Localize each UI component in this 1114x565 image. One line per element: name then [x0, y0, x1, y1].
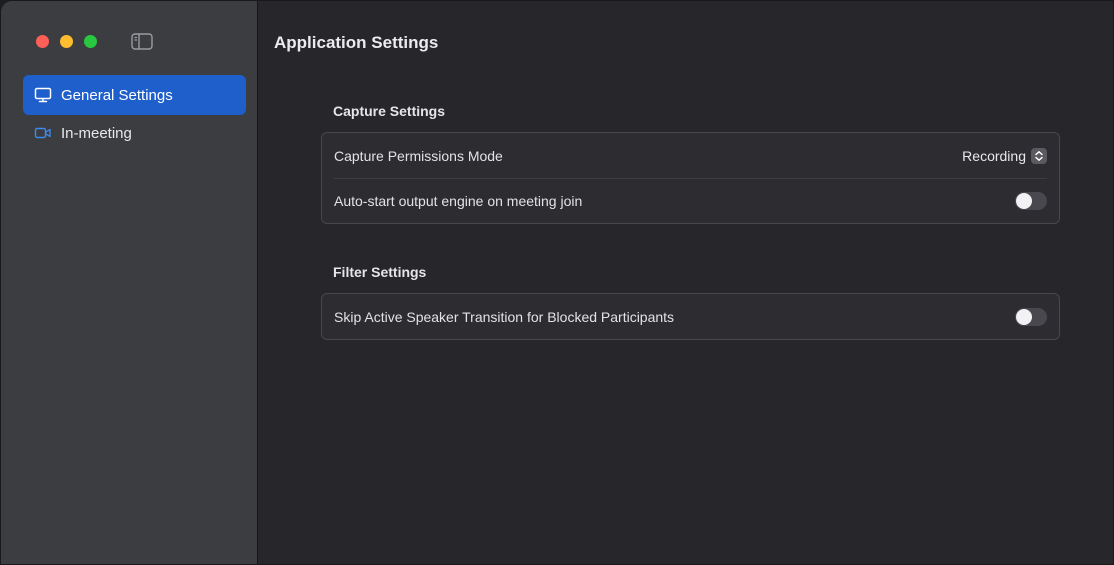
auto-start-output-engine-label: Auto-start output engine on meeting join [334, 192, 583, 209]
sidebar: General Settings In-meeting [1, 1, 258, 564]
sidebar-item-label: General Settings [61, 86, 173, 104]
filter-settings-card: Skip Active Speaker Transition for Block… [321, 293, 1060, 340]
toggle-knob [1016, 192, 1032, 209]
skip-active-speaker-toggle[interactable] [1015, 307, 1047, 326]
skip-active-speaker-row: Skip Active Speaker Transition for Block… [322, 294, 1059, 339]
chevron-up-down-icon [1031, 147, 1047, 164]
capture-permissions-mode-row: Capture Permissions Mode Recording [322, 133, 1059, 178]
capture-settings-card: Capture Permissions Mode Recording Auto-… [321, 132, 1060, 224]
window-controls [36, 35, 97, 48]
settings-window: General Settings In-meeting Application … [0, 0, 1114, 565]
auto-start-output-engine-toggle[interactable] [1015, 191, 1047, 210]
sidebar-item-in-meeting[interactable]: In-meeting [23, 113, 246, 153]
sidebar-nav: General Settings In-meeting [23, 75, 246, 153]
minimize-window-button[interactable] [60, 35, 73, 48]
close-window-button[interactable] [36, 35, 49, 48]
auto-start-output-engine-row: Auto-start output engine on meeting join [322, 178, 1059, 223]
video-camera-icon [33, 123, 53, 143]
main-content: Application Settings Capture Settings Ca… [258, 1, 1113, 564]
capture-permissions-mode-value: Recording [962, 147, 1026, 164]
toggle-knob [1016, 308, 1032, 325]
page-title: Application Settings [274, 33, 439, 52]
capture-permissions-mode-select[interactable]: Recording [962, 147, 1047, 164]
sidebar-item-label: In-meeting [61, 124, 132, 142]
skip-active-speaker-label: Skip Active Speaker Transition for Block… [334, 308, 675, 325]
sidebar-item-general-settings[interactable]: General Settings [23, 75, 246, 115]
capture-permissions-mode-label: Capture Permissions Mode [334, 147, 503, 164]
section-title-capture-settings: Capture Settings [333, 103, 446, 119]
sidebar-toggle-icon[interactable] [131, 33, 153, 50]
zoom-window-button[interactable] [84, 35, 97, 48]
monitor-icon [33, 85, 53, 105]
section-title-filter-settings: Filter Settings [333, 264, 427, 280]
